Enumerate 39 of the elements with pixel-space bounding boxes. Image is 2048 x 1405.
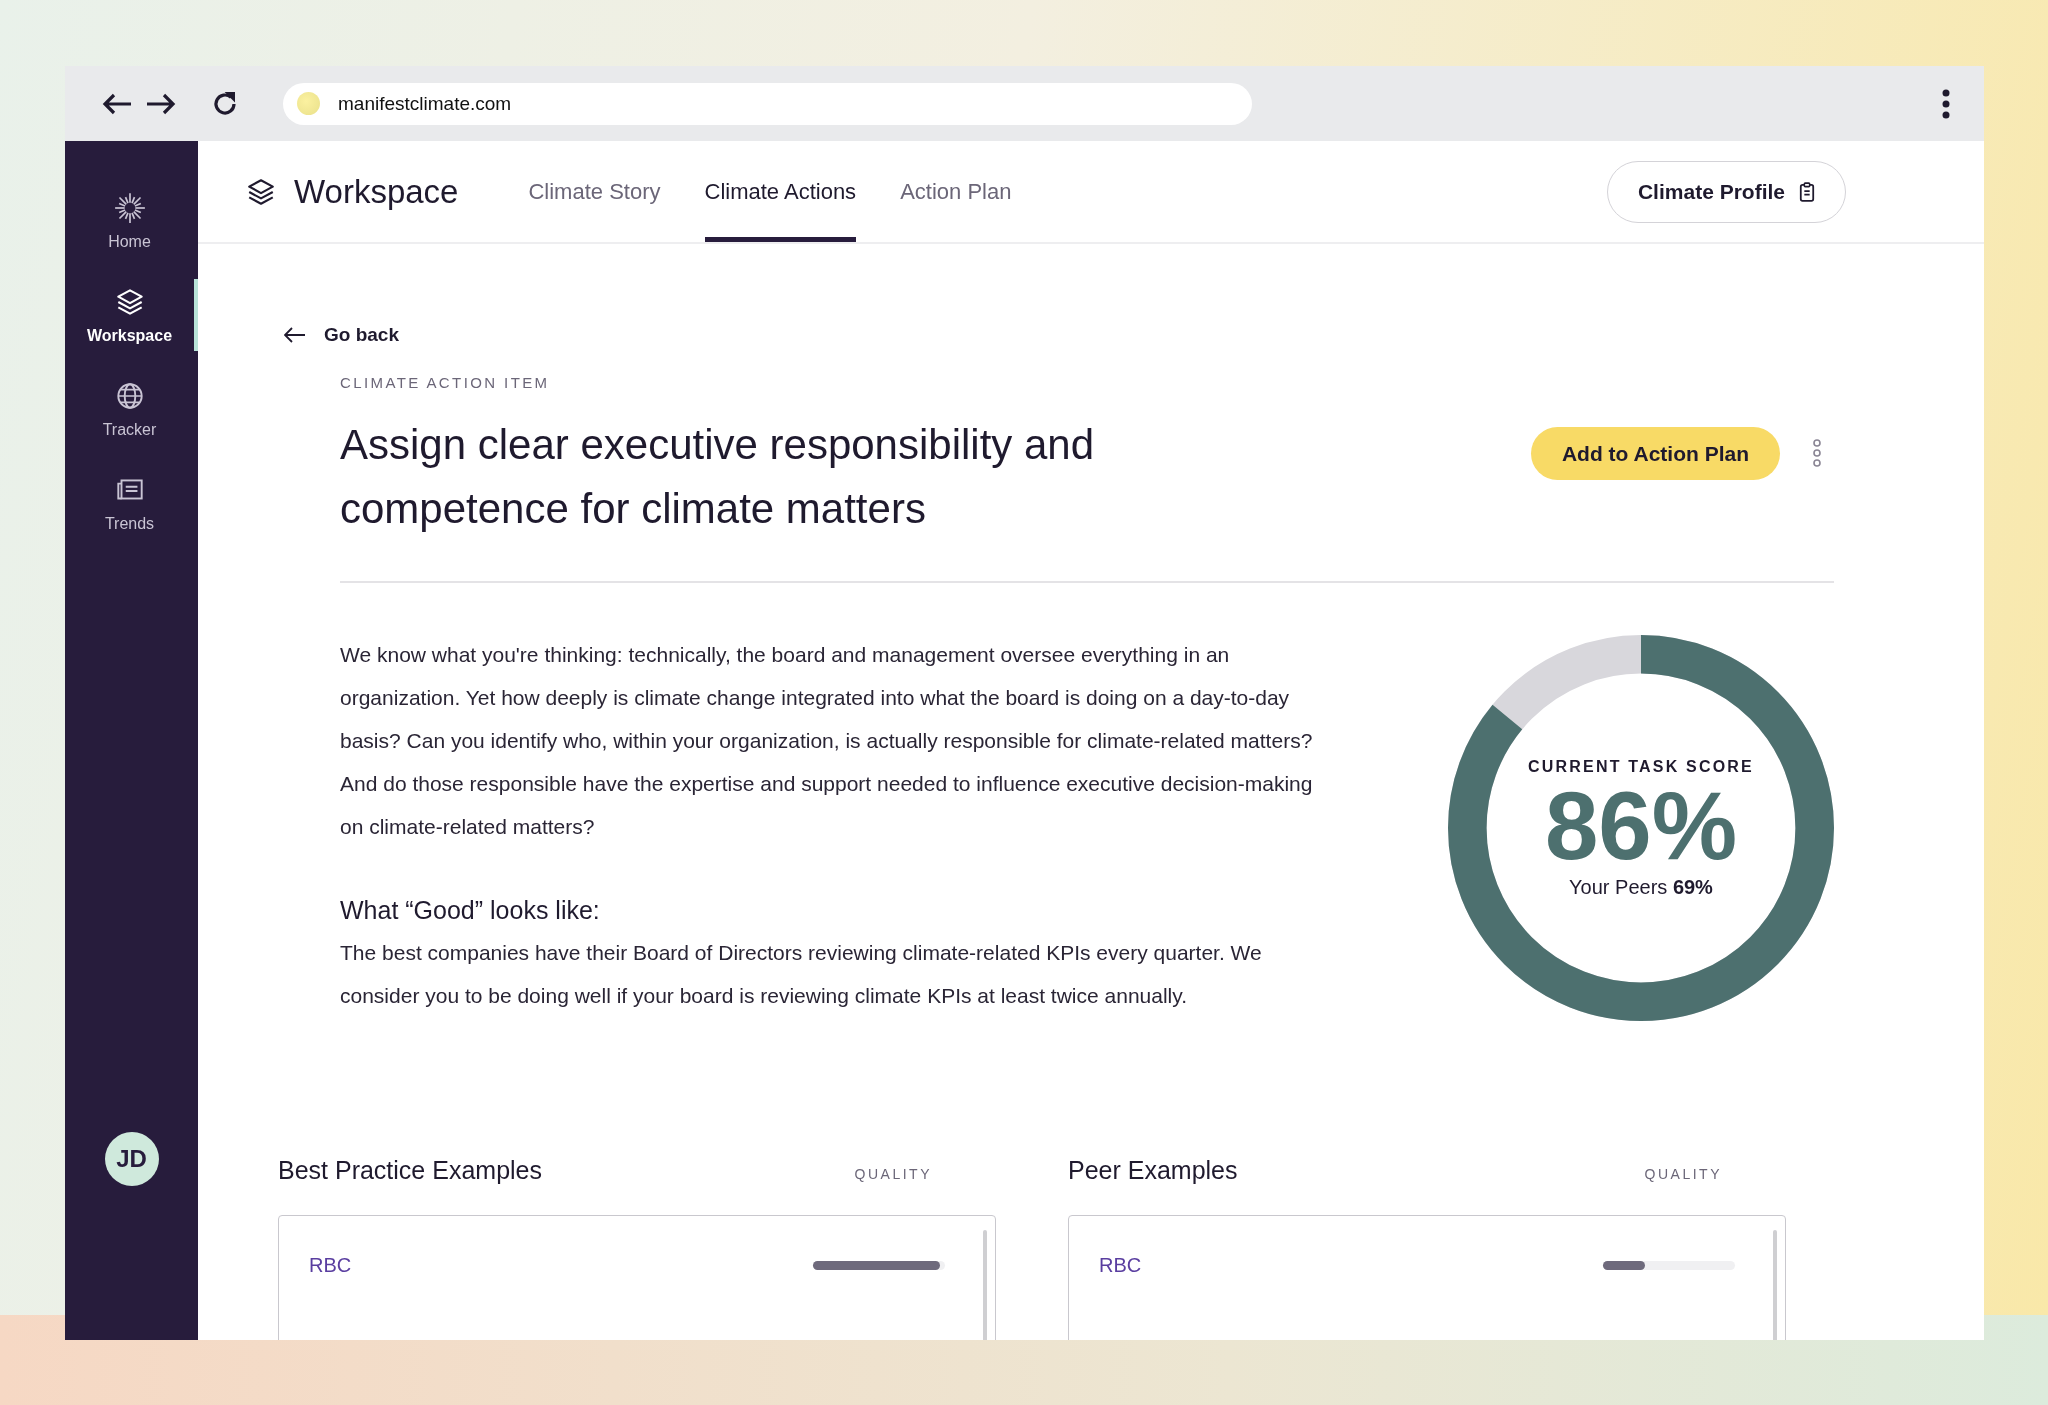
back-arrow-icon — [284, 327, 306, 343]
address-bar[interactable]: manifestclimate.com — [283, 82, 1252, 125]
sidebar-item[interactable]: Tracker — [65, 373, 198, 445]
description-text: The best companies have their Board of Directors reviewing climate-related KPIs every quarter. We consider you to be doing well if your board is reviewing climate KPIs at least twice annually. — [340, 940, 1263, 1009]
back-arrow-icon[interactable] — [101, 91, 133, 116]
peers-score: Your Peers 69% — [1569, 875, 1713, 899]
user-avatar[interactable]: JD — [104, 1132, 159, 1186]
section-heading: Best Practice Examples — [278, 1156, 542, 1185]
column-header: QUALITY — [1644, 1166, 1722, 1182]
site-icon — [297, 92, 320, 115]
sidebar-item[interactable]: Trends — [65, 467, 198, 539]
forward-arrow-icon[interactable] — [145, 91, 177, 116]
sidebar-item[interactable]: Home — [65, 185, 198, 257]
nav-tab[interactable]: Climate Story — [528, 141, 661, 242]
more-options-icon[interactable] — [1942, 88, 1950, 119]
section-heading: What “Good” looks like: — [340, 896, 601, 925]
layers-icon — [246, 176, 276, 207]
column-header: QUALITY — [854, 1166, 932, 1182]
add-to-action-plan-button[interactable]: Add to Action Plan — [1530, 427, 1780, 480]
scrollbar[interactable] — [983, 1230, 987, 1340]
sunburst-icon — [112, 191, 147, 225]
company-link[interactable]: RBC — [309, 1254, 352, 1277]
reload-icon[interactable] — [211, 89, 239, 118]
clipboard-icon — [1799, 181, 1815, 202]
nav-tab[interactable]: Action Plan — [900, 141, 1012, 242]
page-title: Workspace — [294, 172, 459, 211]
climate-profile-button[interactable]: Climate Profile — [1606, 160, 1846, 223]
score-label: CURRENT TASK SCORE — [1528, 757, 1754, 776]
scrollbar[interactable] — [1773, 1230, 1777, 1340]
section-heading: Peer Examples — [1068, 1156, 1238, 1185]
company-link[interactable]: RBC — [1099, 1254, 1142, 1277]
go-back-link[interactable]: Go back — [284, 324, 399, 346]
section-label: CLIMATE ACTION ITEM — [340, 374, 551, 391]
url-text: manifestclimate.com — [338, 92, 512, 115]
description-text: We know what you're thinking: technically, the board and management oversee everything in an organization. Yet how deeply is climate change integrated into what the board is doing on a day-to-day basis? Can you identify who, within your organization, is actually responsible for climate-related matters? And do those responsible have the expertise and support needed to influence executive decision-making on climate-related matters? — [340, 642, 1314, 840]
item-title: Assign clear executive responsibility and competence for climate matters — [340, 420, 1096, 534]
score-value: 86% — [1544, 775, 1738, 876]
nav-tab[interactable]: Climate Actions — [704, 141, 857, 242]
sidebar-item[interactable]: Workspace — [65, 279, 198, 351]
